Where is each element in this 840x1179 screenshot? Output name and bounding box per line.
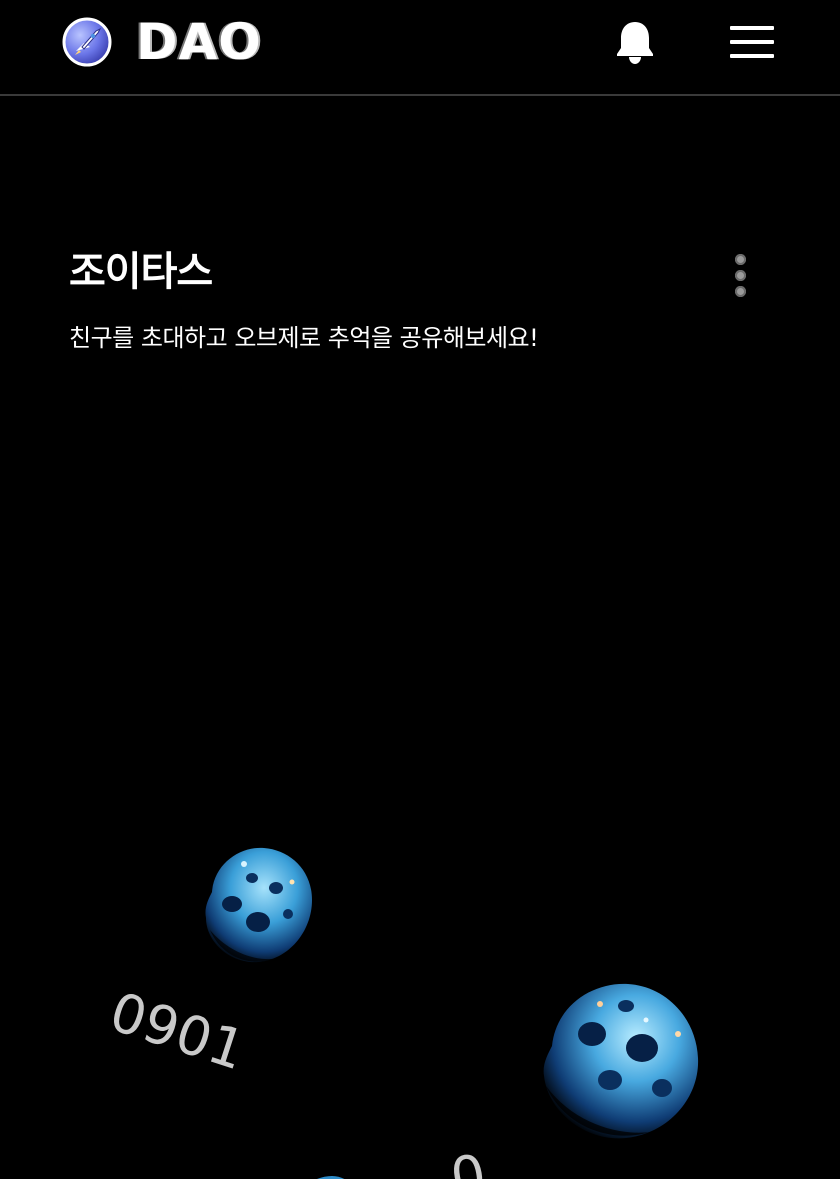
object-label: 0901 bbox=[102, 980, 253, 1083]
app-root: DAO 조이타스 친구를 초대하고 오브제로 추억을 공유해보세요! 0901 … bbox=[0, 0, 840, 1179]
brand-logo[interactable]: DAO bbox=[136, 10, 262, 74]
dot bbox=[735, 270, 746, 281]
dot bbox=[735, 286, 746, 297]
menu-line bbox=[730, 40, 774, 44]
vertical-ellipsis-icon[interactable] bbox=[728, 250, 754, 302]
top-header: DAO bbox=[0, 0, 840, 96]
rocket-planet-icon[interactable] bbox=[62, 17, 112, 67]
hamburger-menu-icon[interactable] bbox=[730, 24, 776, 60]
room-subtitle: 친구를 초대하고 오브제로 추억을 공유해보세요! bbox=[69, 324, 539, 352]
object-scene: 0901 0 bbox=[0, 380, 840, 1179]
dot bbox=[735, 254, 746, 265]
bell-icon[interactable] bbox=[614, 18, 656, 66]
asteroid-object[interactable] bbox=[530, 976, 706, 1144]
object-label: 0 bbox=[446, 1142, 491, 1179]
asteroid-object[interactable] bbox=[192, 842, 322, 968]
asteroid-object[interactable] bbox=[292, 1164, 362, 1179]
room-title: 조이타스 bbox=[69, 249, 213, 295]
menu-line bbox=[730, 54, 774, 58]
menu-line bbox=[730, 26, 774, 30]
